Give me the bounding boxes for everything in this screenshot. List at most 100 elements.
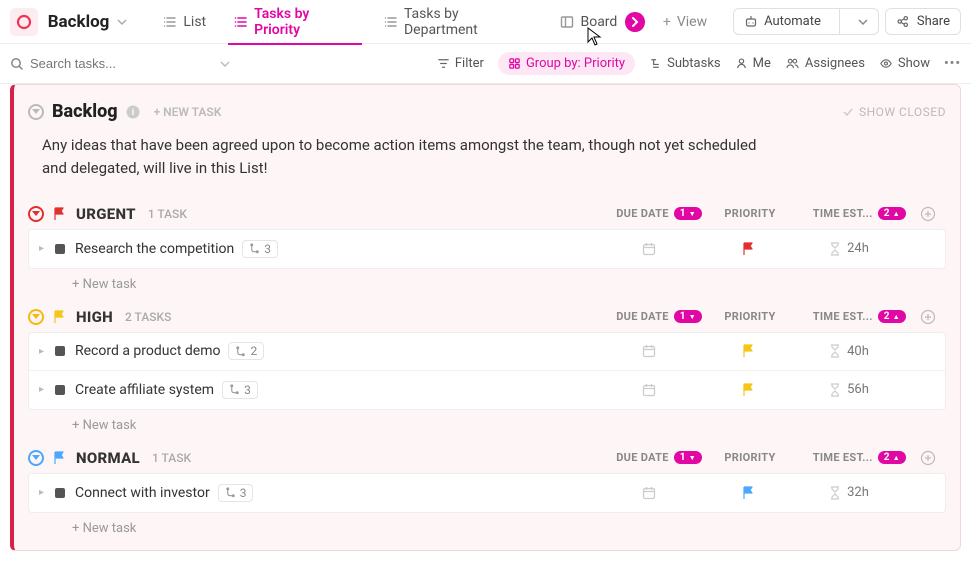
robot-icon	[744, 15, 758, 29]
cell-due-date[interactable]	[589, 382, 709, 398]
search-input[interactable]	[30, 56, 180, 71]
task-name[interactable]: Record a product demo	[75, 343, 220, 359]
task-status-icon[interactable]	[55, 385, 65, 395]
page-title[interactable]: Backlog	[48, 12, 110, 32]
show-closed-button[interactable]: SHOW CLOSED	[842, 105, 946, 119]
automate-button[interactable]: Automate	[733, 8, 879, 35]
me-button[interactable]: Me	[735, 56, 771, 71]
collapse-group-icon[interactable]	[28, 205, 44, 222]
sort-badge[interactable]: 1▼	[674, 207, 702, 220]
cell-time-estimate[interactable]: 32h	[789, 485, 909, 500]
show-button[interactable]: Show	[879, 56, 930, 71]
add-column-button[interactable]	[910, 450, 946, 466]
new-task-button[interactable]: + New task	[28, 269, 946, 296]
cell-priority[interactable]	[709, 241, 789, 257]
subtask-count-chip[interactable]: 3	[218, 484, 254, 502]
task-name[interactable]: Research the competition	[75, 241, 234, 257]
column-header-priority[interactable]: PRIORITY	[710, 310, 790, 323]
column-header-time-estimate[interactable]: TIME EST... 2▲	[790, 310, 910, 323]
task-row[interactable]: ▸ Record a product demo 2 40h	[29, 333, 945, 371]
group-name[interactable]: URGENT	[76, 205, 136, 223]
expand-task-icon[interactable]: ▸	[39, 346, 51, 357]
assignees-button[interactable]: Assignees	[785, 56, 865, 71]
column-header-time-estimate[interactable]: TIME EST... 2▲	[790, 451, 910, 464]
cell-due-date[interactable]	[589, 485, 709, 501]
automate-label: Automate	[764, 14, 821, 29]
automate-dropdown[interactable]	[848, 12, 878, 32]
add-column-button[interactable]	[910, 206, 946, 222]
sort-badge[interactable]: 2▲	[878, 451, 906, 464]
search-caret-icon[interactable]	[220, 59, 230, 69]
collapse-list-icon[interactable]	[28, 103, 44, 120]
subtask-count: 2	[250, 344, 257, 358]
cell-priority[interactable]	[709, 382, 789, 398]
cell-due-date[interactable]	[589, 343, 709, 359]
task-row[interactable]: ▸ Create affiliate system 3 56h	[29, 371, 945, 409]
title-dropdown-icon[interactable]	[117, 17, 127, 27]
priority-group-normal: NORMAL 1 TASK DUE DATE 1▼ PRIORITY TIME …	[28, 443, 946, 540]
collapse-group-icon[interactable]	[28, 308, 44, 325]
info-icon[interactable]: i	[126, 105, 140, 119]
view-tab-tasks-by-department[interactable]: Tasks by Department	[370, 0, 547, 44]
priority-group-high: HIGH 2 TASKS DUE DATE 1▼ PRIORITY TIME E…	[28, 302, 946, 437]
subtasks-button[interactable]: Subtasks	[649, 56, 721, 71]
sort-badge[interactable]: 1▼	[674, 310, 702, 323]
cell-time-estimate[interactable]: 24h	[789, 241, 909, 256]
task-name[interactable]: Connect with investor	[75, 485, 210, 501]
sort-badge[interactable]: 1▼	[674, 451, 702, 464]
sort-badge[interactable]: 2▲	[878, 207, 906, 220]
view-tab-list[interactable]: List	[149, 0, 220, 44]
me-label: Me	[753, 56, 771, 71]
group-by-button[interactable]: Group by: Priority	[498, 52, 635, 75]
search-container[interactable]	[10, 56, 230, 71]
list-card: Backlog i + NEW TASK SHOW CLOSED Any ide…	[10, 84, 961, 551]
view-tab-label: Board	[580, 14, 617, 30]
share-button[interactable]: Share	[885, 8, 961, 35]
add-column-button[interactable]	[910, 309, 946, 325]
column-header-priority[interactable]: PRIORITY	[710, 451, 790, 464]
column-header-time-estimate[interactable]: TIME EST... 2▲	[790, 207, 910, 220]
subtask-count-chip[interactable]: 3	[242, 240, 278, 258]
new-task-button[interactable]: + New task	[28, 410, 946, 437]
subtasks-icon	[649, 57, 662, 70]
cell-priority[interactable]	[709, 343, 789, 359]
task-status-icon[interactable]	[55, 346, 65, 356]
subtask-count-chip[interactable]: 3	[222, 381, 258, 399]
filter-button[interactable]: Filter	[437, 56, 484, 71]
app-logo[interactable]	[10, 8, 38, 36]
view-tab-board[interactable]: Board	[546, 0, 631, 44]
cell-priority[interactable]	[709, 485, 789, 501]
task-row[interactable]: ▸ Connect with investor 3 32h	[29, 474, 945, 512]
list-title[interactable]: Backlog	[52, 101, 118, 122]
task-name[interactable]: Create affiliate system	[75, 382, 214, 398]
cell-time-estimate[interactable]: 56h	[789, 382, 909, 397]
add-view-button[interactable]: + View	[649, 0, 721, 44]
col-label: DUE DATE	[616, 207, 669, 220]
expand-task-icon[interactable]: ▸	[39, 487, 51, 498]
view-tab-tasks-by-priority[interactable]: Tasks by Priority	[220, 0, 370, 44]
estimate-value: 32h	[847, 485, 869, 500]
cell-time-estimate[interactable]: 40h	[789, 344, 909, 359]
task-status-icon[interactable]	[55, 488, 65, 498]
column-header-due-date[interactable]: DUE DATE 1▼	[590, 310, 710, 323]
cell-due-date[interactable]	[589, 241, 709, 257]
group-name[interactable]: NORMAL	[76, 449, 140, 467]
more-button[interactable]: •••	[944, 56, 961, 71]
col-label: TIME EST...	[813, 207, 873, 220]
expand-task-icon[interactable]: ▸	[39, 384, 51, 395]
new-task-button[interactable]: + New task	[28, 513, 946, 540]
column-header-priority[interactable]: PRIORITY	[710, 207, 790, 220]
column-header-due-date[interactable]: DUE DATE 1▼	[590, 451, 710, 464]
collapse-group-icon[interactable]	[28, 449, 44, 466]
new-task-header-button[interactable]: + NEW TASK	[154, 105, 222, 119]
task-row[interactable]: ▸ Research the competition 3 24h	[29, 230, 945, 268]
group-name[interactable]: HIGH	[76, 308, 113, 326]
group-by-label: Group by: Priority	[526, 56, 625, 71]
sort-badge[interactable]: 2▲	[878, 310, 906, 323]
column-header-due-date[interactable]: DUE DATE 1▼	[590, 207, 710, 220]
group-task-count: 1 TASK	[148, 207, 187, 221]
subtask-count-chip[interactable]: 2	[228, 342, 264, 360]
subtasks-label: Subtasks	[667, 56, 721, 71]
task-status-icon[interactable]	[55, 244, 65, 254]
expand-task-icon[interactable]: ▸	[39, 243, 51, 254]
